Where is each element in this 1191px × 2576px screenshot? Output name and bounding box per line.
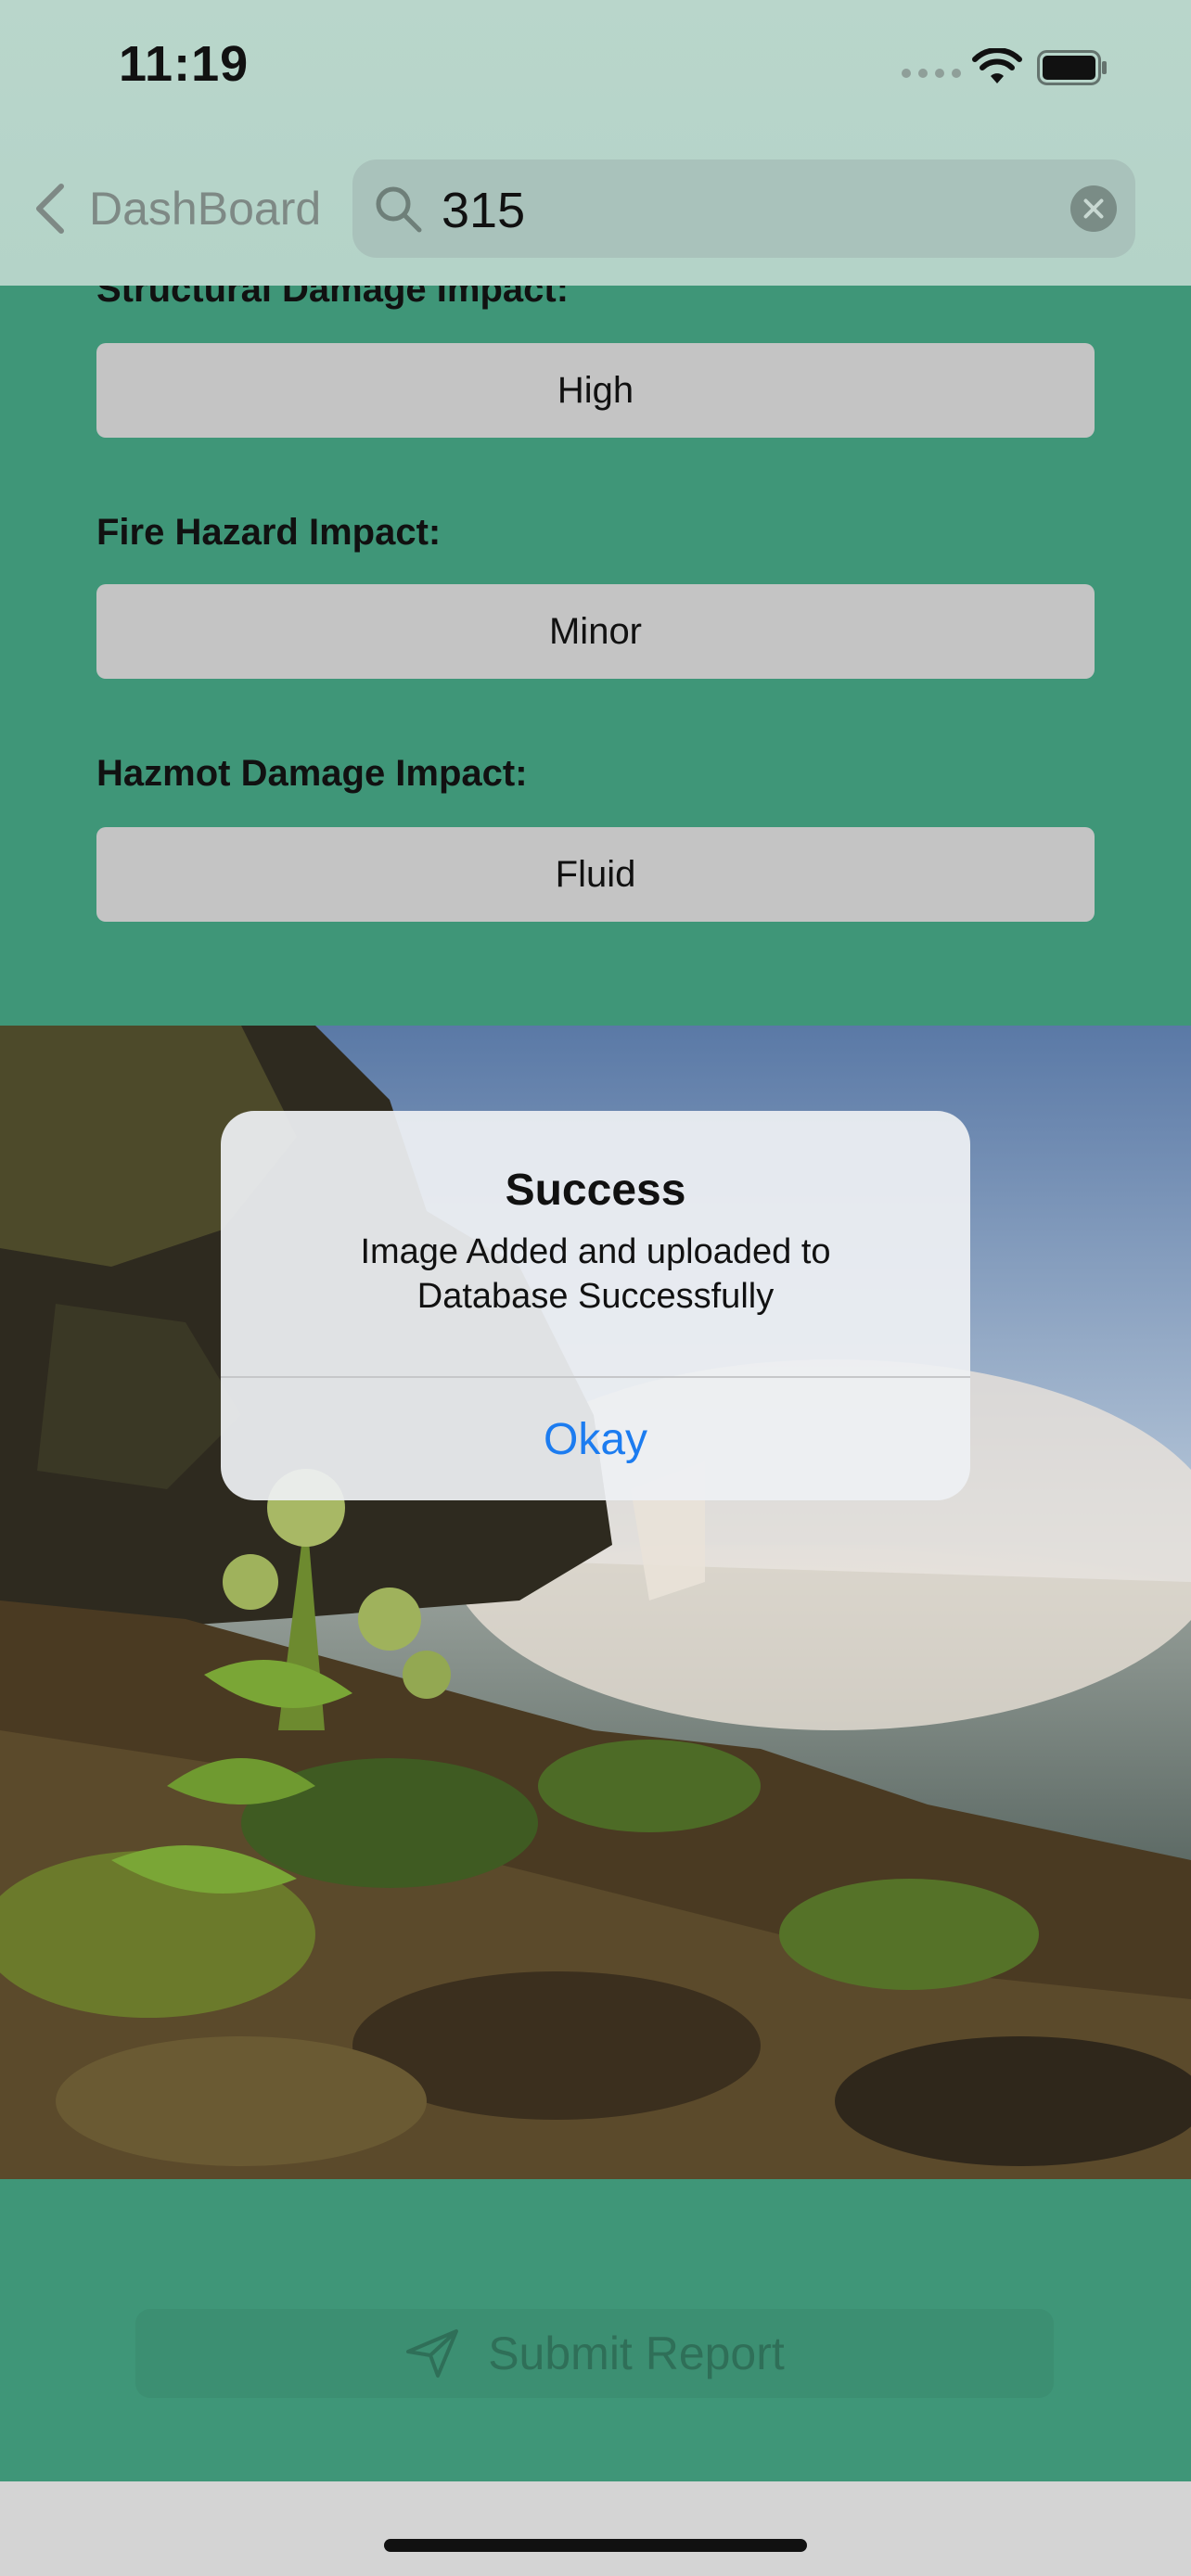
okay-button[interactable]: Okay [221,1378,970,1500]
bottom-safe-area [0,2481,1191,2576]
back-button[interactable]: DashBoard [32,176,321,241]
alert-message: Image Added and uploaded to Database Suc… [276,1230,915,1319]
structural-damage-selector[interactable]: High [96,343,1095,438]
hazmot-damage-label: Hazmot Damage Impact: [96,753,528,794]
fire-hazard-label: Fire Hazard Impact: [96,512,442,553]
submit-report-button[interactable]: Submit Report [135,2309,1054,2398]
app-screen: Structural Damage Impact: High Fire Haza… [0,0,1191,2576]
back-label: DashBoard [89,183,322,235]
home-indicator[interactable] [384,2539,807,2552]
hazmot-damage-selector[interactable]: Fluid [96,827,1095,922]
search-icon [376,186,422,233]
wifi-icon [972,48,1022,83]
alert-title: Success [505,1166,686,1215]
submit-report-label: Submit Report [488,2327,785,2379]
cellular-signal-icon [902,69,961,78]
alert-message-line-1: Image Added and uploaded to [360,1232,831,1271]
alert-message-line-2: Database Successfully [416,1277,775,1316]
status-time: 11:19 [119,36,250,92]
navigation-bar: 11:19 DashBoard 315 [0,0,1191,286]
search-input[interactable]: 315 [442,182,525,239]
fire-hazard-selector[interactable]: Minor [96,584,1095,679]
search-field[interactable]: 315 [352,159,1135,258]
battery-icon [1037,50,1107,85]
chevron-left-icon [36,184,64,234]
success-alert: Success Image Added and uploaded to Data… [221,1111,970,1500]
paper-plane-icon [406,2329,459,2378]
clear-icon[interactable] [1070,185,1117,232]
